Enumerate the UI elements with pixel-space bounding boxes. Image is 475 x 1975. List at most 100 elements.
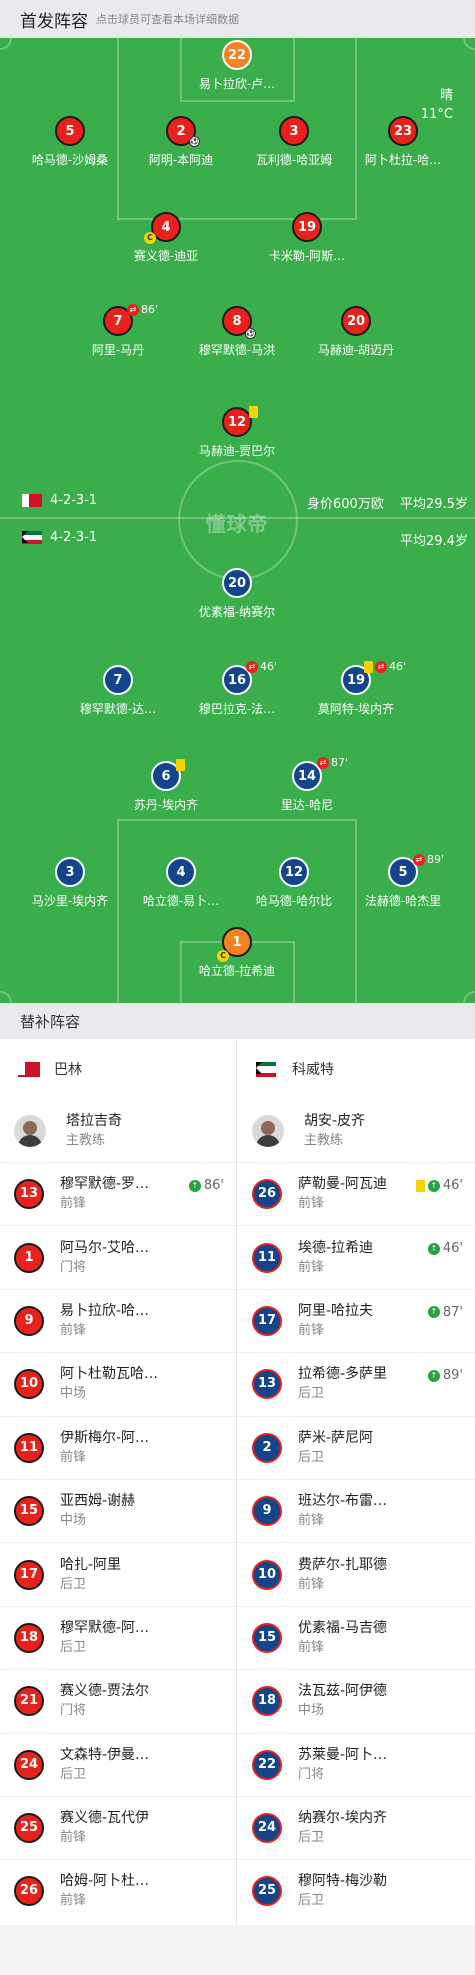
sub-player-row[interactable]: 26 萨勒曼-阿瓦迪 前锋 ↑ 46': [238, 1162, 475, 1225]
sub-player-row[interactable]: 11 伊斯梅尔-阿… 前锋: [0, 1415, 236, 1479]
home-player[interactable]: 4 赛义德-迪亚: [101, 212, 231, 264]
player-number: 3: [55, 857, 85, 887]
player-position: 后卫: [60, 1639, 87, 1655]
sub-off-event: ⇄ 86': [127, 303, 158, 316]
subs-header: 替补阵容: [0, 1003, 475, 1039]
sub-player-row[interactable]: 21 赛义德-贾法尔 门将: [0, 1669, 236, 1732]
player-name: 卡米勒-阿斯…: [268, 249, 346, 263]
sub-player-row[interactable]: 2 萨米-萨尼阿 后卫: [238, 1415, 475, 1479]
player-name: 阿里-哈拉夫: [298, 1302, 374, 1319]
sub-player-row[interactable]: 24 文森特-伊曼… 后卫: [0, 1732, 236, 1796]
player-number: 12: [279, 857, 309, 887]
player-name: 阿卜杜勒瓦哈…: [60, 1366, 158, 1383]
player-name: 穆罕默德-马洪: [198, 343, 276, 357]
sub-off-icon: ⇄: [246, 660, 258, 673]
sub-off-time: 46': [260, 660, 278, 673]
sub-on-event: ↑ 46': [427, 1241, 463, 1257]
player-number: 4: [166, 857, 196, 887]
sub-player-row[interactable]: 13 穆罕默德-罗… 前锋 ↑ 86': [0, 1162, 236, 1225]
away-player[interactable]: 16 穆巴拉克-法…: [172, 665, 302, 717]
sub-player-row[interactable]: 25 穆阿特-梅沙勒 后卫: [238, 1859, 475, 1922]
sub-player-row[interactable]: 1 阿马尔-艾哈… 门将: [0, 1225, 236, 1288]
player-name: 穆罕默德-达…: [79, 702, 157, 716]
sub-on-event: ↑ 87': [427, 1305, 463, 1320]
sub-player-row[interactable]: 10 费萨尔-扎耶德 前锋: [238, 1542, 475, 1605]
sub-player-row[interactable]: 17 阿里-哈拉夫 前锋 ↑ 87': [238, 1288, 475, 1352]
player-number: 5: [55, 116, 85, 146]
home-player[interactable]: 19 卡米勒-阿斯…: [242, 212, 372, 264]
home-player[interactable]: 22 易卜拉欣-卢…: [172, 40, 302, 92]
home-player[interactable]: 2 阿明-本阿迪: [116, 116, 246, 168]
sub-player-row[interactable]: 9 班达尔-布雷… 前锋: [238, 1478, 475, 1542]
sub-on-event: ↑ 86': [188, 1178, 224, 1193]
goal-ball-icon: ⚽: [189, 136, 200, 147]
player-number: 17: [252, 1305, 282, 1336]
player-name: 萨米-萨尼阿: [298, 1429, 374, 1446]
captain-icon: C: [144, 232, 156, 244]
sub-player-row[interactable]: 17 哈扎-阿里 后卫: [0, 1542, 236, 1605]
player-number: 21: [14, 1686, 44, 1717]
sub-player-row[interactable]: 9 易卜拉欣-哈… 前锋: [0, 1288, 236, 1352]
away-coach[interactable]: 胡安-皮齐 主教练: [238, 1099, 475, 1162]
sub-on-icon: ↑: [427, 1306, 440, 1319]
player-number: 3: [279, 116, 309, 146]
player-number: 15: [14, 1496, 44, 1527]
sub-on-time: 46': [442, 1178, 463, 1193]
player-name: 哈立德-拉希迪: [198, 964, 276, 978]
player-name: 苏丹-埃内齐: [133, 798, 199, 812]
home-player[interactable]: 7 阿里-马丹: [53, 306, 183, 358]
sub-player-row[interactable]: 15 优素福-马吉德 前锋: [238, 1605, 475, 1669]
coach-role: 主教练: [66, 1132, 106, 1148]
sub-player-row[interactable]: 22 苏莱曼-阿卜… 门将: [238, 1732, 475, 1796]
player-number: 20: [222, 568, 252, 598]
sub-player-row[interactable]: 24 纳赛尔-埃内齐 后卫: [238, 1795, 475, 1859]
player-number: 17: [14, 1559, 44, 1590]
sub-player-row[interactable]: 18 穆罕默德-阿… 后卫: [0, 1605, 236, 1669]
home-player[interactable]: 12 马赫迪-贾巴尔: [172, 407, 302, 459]
home-coach[interactable]: 塔拉吉奇 主教练: [0, 1099, 236, 1162]
player-position: 后卫: [60, 1576, 87, 1592]
home-player[interactable]: 8 穆罕默德-马洪: [172, 306, 302, 358]
home-player[interactable]: 20 马赫迪-胡迈丹: [291, 306, 421, 358]
player-name: 穆罕默德-罗…: [60, 1176, 150, 1193]
player-name: 赛义德-贾法尔: [60, 1683, 150, 1700]
corner-arc-tl: [0, 38, 12, 50]
sub-player-row[interactable]: 26 哈姆-阿卜杜… 前锋: [0, 1859, 236, 1922]
away-player[interactable]: 4 哈立德-易卜…: [116, 857, 246, 909]
sub-on-time: 46': [442, 1241, 463, 1257]
player-name: 萨勒曼-阿瓦迪: [298, 1176, 388, 1193]
player-name: 文森特-伊曼…: [60, 1746, 150, 1763]
away-formation: 4-2-3-1: [22, 530, 97, 545]
avatar: [14, 1114, 46, 1147]
player-name: 里达-哈尼: [280, 798, 334, 812]
away-player[interactable]: 7 穆罕默德-达…: [53, 665, 183, 717]
sub-player-row[interactable]: 13 拉希德-多萨里 后卫 ↑ 89': [238, 1352, 475, 1415]
player-position: 前锋: [298, 1259, 325, 1275]
sub-player-row[interactable]: 10 阿卜杜勒瓦哈… 中场: [0, 1352, 236, 1415]
player-name: 穆巴拉克-法…: [198, 702, 276, 716]
player-position: 后卫: [298, 1893, 325, 1909]
away-player[interactable]: 6 苏丹-埃内齐: [101, 761, 231, 813]
player-number: 20: [341, 306, 371, 336]
player-number: 18: [252, 1686, 282, 1717]
away-formation-text: 4-2-3-1: [50, 530, 98, 545]
player-name: 拉希德-多萨里: [298, 1366, 388, 1383]
away-player[interactable]: 20 优素福-纳赛尔: [172, 568, 302, 620]
player-number: 13: [14, 1179, 44, 1210]
away-player[interactable]: 5 法赫德-哈杰里: [338, 857, 468, 909]
sub-on-icon: ↑: [427, 1369, 440, 1382]
player-number: 11: [252, 1242, 282, 1273]
sub-player-row[interactable]: 25 赛义德-瓦代伊 前锋: [0, 1795, 236, 1859]
home-player[interactable]: 23 阿卜杜拉-哈…: [338, 116, 468, 168]
away-player[interactable]: 1 哈立德-拉希迪: [172, 927, 302, 979]
sub-player-row[interactable]: 18 法瓦兹-阿伊德 中场: [238, 1669, 475, 1732]
home-subs-column: 巴林 塔拉吉奇 主教练 13 穆罕默德-罗… 前锋 ↑ 86' 1 阿马尔-艾哈… 门…: [0, 1039, 237, 1925]
away-player[interactable]: 14 里达-哈尼: [242, 761, 372, 813]
sub-player-row[interactable]: 11 埃德-拉希迪 前锋 ↑ 46': [238, 1225, 475, 1288]
player-number: 1: [14, 1242, 44, 1273]
player-name: 阿卜杜拉-哈…: [364, 153, 442, 167]
player-position: 前锋: [298, 1639, 325, 1655]
sub-player-row[interactable]: 15 亚西姆-谢赫 中场: [0, 1478, 236, 1542]
sub-off-time: 46': [389, 660, 407, 673]
player-number: 11: [14, 1432, 44, 1463]
